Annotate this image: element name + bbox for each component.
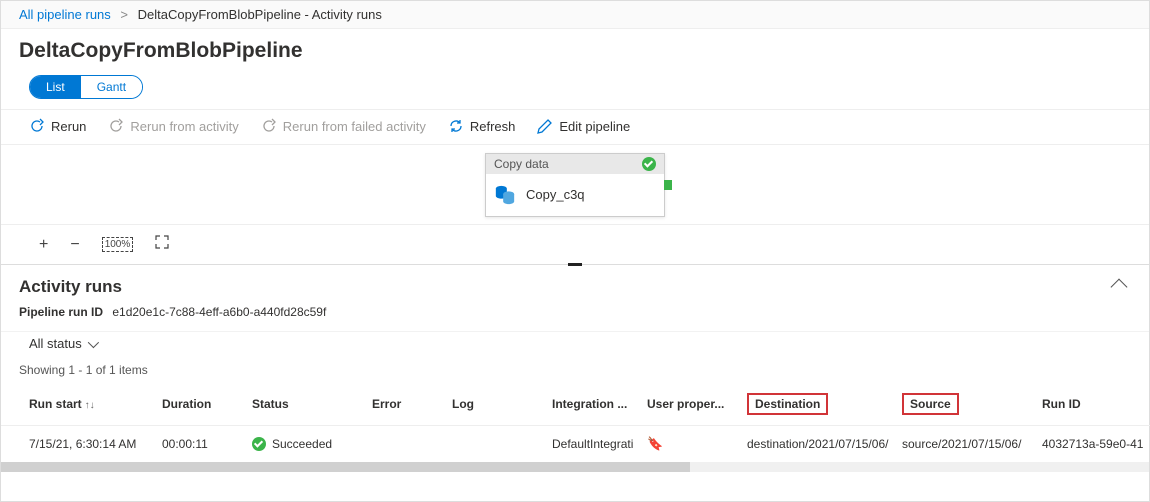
rerun-button[interactable]: Rerun xyxy=(29,118,86,134)
col-status[interactable]: Status xyxy=(246,383,366,426)
panel-resize-handle[interactable] xyxy=(568,263,582,266)
col-duration[interactable]: Duration xyxy=(156,383,246,426)
rerun-failed-label: Rerun from failed activity xyxy=(283,119,426,134)
result-count: Showing 1 - 1 of 1 items xyxy=(1,359,1149,383)
runid-value: e1d20e1c-7c88-4eff-a6b0-a440fd28c59f xyxy=(112,305,326,319)
breadcrumb: All pipeline runs > DeltaCopyFromBlobPip… xyxy=(1,1,1149,29)
edit-pipeline-button[interactable]: Edit pipeline xyxy=(537,118,630,134)
col-error[interactable]: Error xyxy=(366,383,446,426)
success-icon xyxy=(642,157,656,171)
table-row[interactable]: 7/15/21, 6:30:14 AM 00:00:11 Succeeded D… xyxy=(1,426,1150,463)
rerun-activity-label: Rerun from activity xyxy=(130,119,238,134)
pipeline-run-id-row: Pipeline run ID e1d20e1c-7c88-4eff-a6b0-… xyxy=(1,301,1149,331)
database-icon xyxy=(494,184,516,206)
refresh-button[interactable]: Refresh xyxy=(448,118,516,134)
status-filter[interactable]: All status xyxy=(1,331,1149,359)
col-source[interactable]: Source xyxy=(896,383,1036,426)
cell-destination: destination/2021/07/15/06/ xyxy=(741,426,896,463)
status-filter-label: All status xyxy=(29,336,82,351)
cell-run-id: 4032713a-59e0-41 xyxy=(1036,426,1150,463)
page-title: DeltaCopyFromBlobPipeline xyxy=(1,29,1149,71)
cell-source: source/2021/07/15/06/ xyxy=(896,426,1036,463)
node-body: Copy_c3q xyxy=(486,174,664,216)
bookmark-icon[interactable]: 🔖 xyxy=(647,436,663,451)
toolbar: Rerun Rerun from activity Rerun from fai… xyxy=(1,109,1149,145)
activity-runs-table: Run start↑↓ Duration Status Error Log In… xyxy=(1,383,1150,462)
horizontal-scrollbar[interactable] xyxy=(1,462,1149,472)
chevron-down-icon xyxy=(88,336,99,347)
view-gantt[interactable]: Gantt xyxy=(81,76,142,98)
scrollbar-thumb[interactable] xyxy=(1,462,690,472)
success-icon xyxy=(252,437,266,451)
zoom-bar: + − 100% xyxy=(1,225,1149,265)
edit-icon xyxy=(537,118,553,134)
node-header: Copy data xyxy=(486,154,664,174)
graph-canvas[interactable]: Copy data Copy_c3q xyxy=(1,145,1149,225)
rerun-failed-icon xyxy=(261,118,277,134)
runid-label: Pipeline run ID xyxy=(19,305,103,319)
sort-icon: ↑↓ xyxy=(85,400,95,411)
refresh-label: Refresh xyxy=(470,119,516,134)
cell-integration: DefaultIntegrati xyxy=(546,426,641,463)
col-destination[interactable]: Destination xyxy=(741,383,896,426)
refresh-icon xyxy=(448,118,464,134)
cell-duration: 00:00:11 xyxy=(156,426,246,463)
cell-log xyxy=(446,426,546,463)
rerun-icon xyxy=(29,118,45,134)
view-toggle: List Gantt xyxy=(29,75,143,99)
node-type-label: Copy data xyxy=(494,157,549,171)
rerun-activity-icon xyxy=(108,118,124,134)
node-output-port[interactable] xyxy=(664,180,672,190)
rerun-label: Rerun xyxy=(51,119,86,134)
cell-status: Succeeded xyxy=(246,426,366,463)
edit-label: Edit pipeline xyxy=(559,119,630,134)
col-integration[interactable]: Integration ... xyxy=(546,383,641,426)
breadcrumb-current: DeltaCopyFromBlobPipeline - Activity run… xyxy=(138,7,382,22)
col-log[interactable]: Log xyxy=(446,383,546,426)
breadcrumb-separator: > xyxy=(120,7,128,22)
view-list[interactable]: List xyxy=(30,76,81,98)
zoom-fit-icon[interactable]: 100% xyxy=(102,237,134,252)
collapse-section-icon[interactable] xyxy=(1111,279,1128,296)
col-user-props[interactable]: User proper... xyxy=(641,383,741,426)
activity-node[interactable]: Copy data Copy_c3q xyxy=(485,153,665,217)
table-header-row: Run start↑↓ Duration Status Error Log In… xyxy=(1,383,1150,426)
rerun-from-activity-button: Rerun from activity xyxy=(108,118,238,134)
cell-run-start: 7/15/21, 6:30:14 AM xyxy=(1,426,156,463)
cell-user-props[interactable]: 🔖 xyxy=(641,426,741,463)
node-name: Copy_c3q xyxy=(526,187,585,202)
col-run-id[interactable]: Run ID xyxy=(1036,383,1150,426)
col-run-start[interactable]: Run start↑↓ xyxy=(1,383,156,426)
breadcrumb-root-link[interactable]: All pipeline runs xyxy=(19,7,111,22)
section-title: Activity runs xyxy=(19,277,122,297)
rerun-from-failed-button: Rerun from failed activity xyxy=(261,118,426,134)
cell-error xyxy=(366,426,446,463)
zoom-out-icon[interactable]: − xyxy=(70,236,79,254)
fullscreen-icon[interactable] xyxy=(155,235,169,254)
zoom-in-icon[interactable]: + xyxy=(39,236,48,254)
